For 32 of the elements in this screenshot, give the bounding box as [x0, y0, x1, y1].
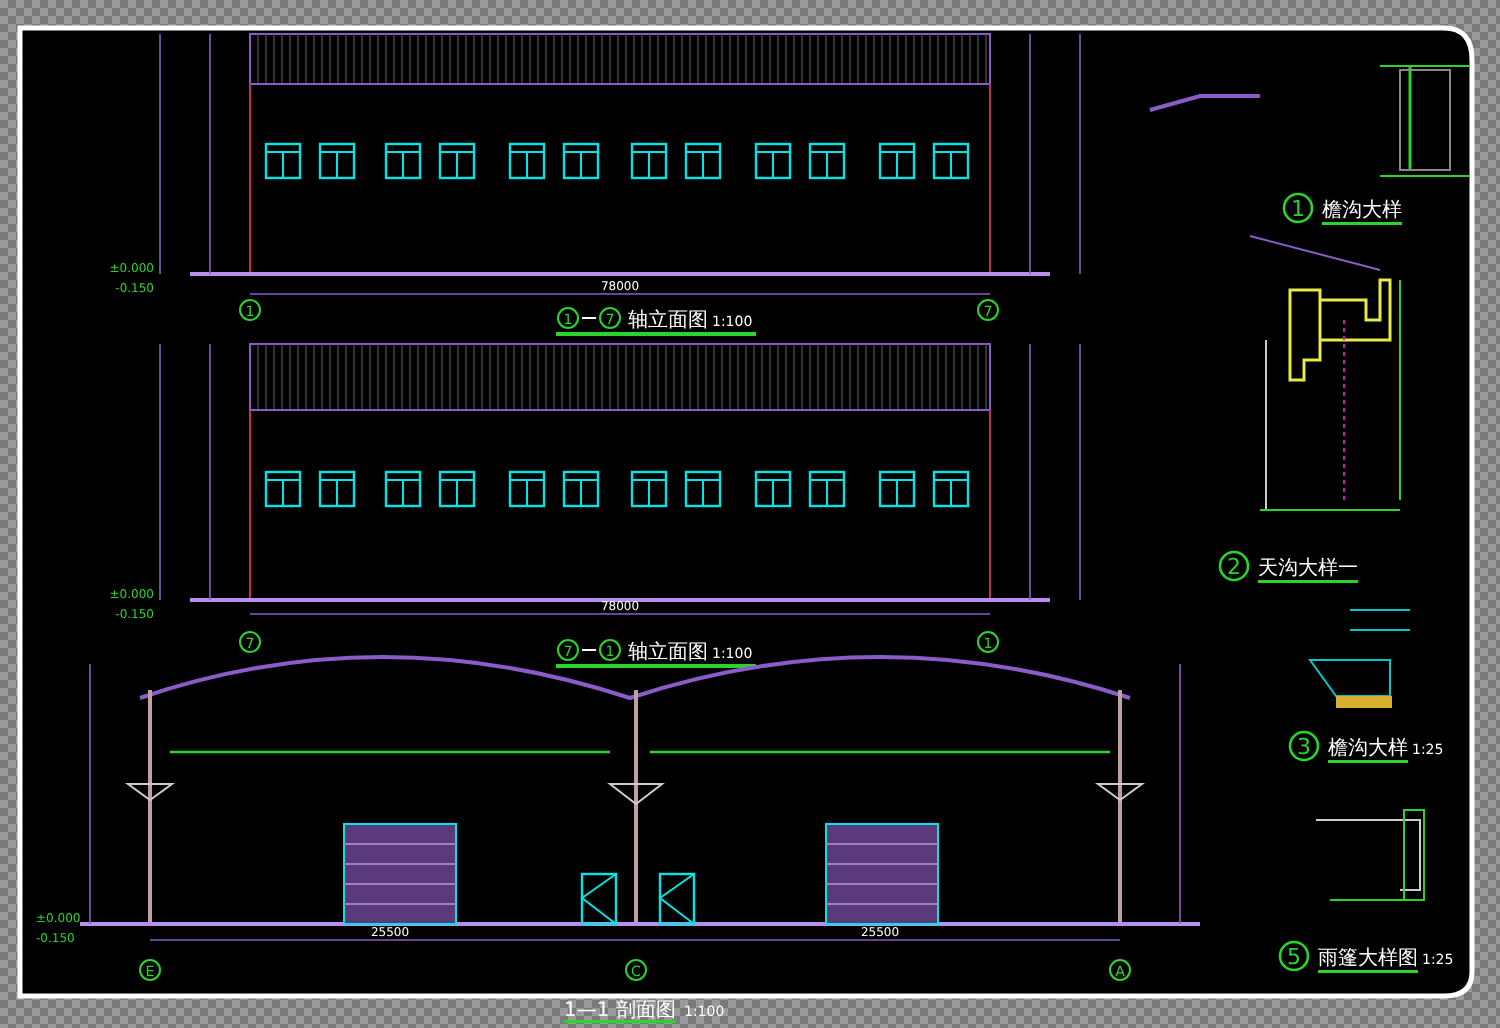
- window-icon: [932, 470, 970, 508]
- window-icon: [630, 470, 668, 508]
- window-icon: [932, 142, 970, 180]
- detail-title: 1 檐沟大样: [1282, 192, 1402, 225]
- valley-gutter-detail-drawing: [1308, 609, 1411, 708]
- window-icon: [562, 470, 600, 508]
- window-icon: [754, 470, 792, 508]
- window-icon: [808, 470, 846, 508]
- door-icon: [658, 872, 696, 926]
- door-icon: [580, 872, 618, 926]
- window-icon: [808, 142, 846, 180]
- rolling-door-icon: [825, 823, 939, 925]
- window-icon: [630, 142, 668, 180]
- window-icon: [384, 142, 422, 180]
- window-icon: [878, 470, 916, 508]
- window-icon: [562, 142, 600, 180]
- window-icon: [264, 142, 302, 180]
- window-icon: [438, 470, 476, 508]
- window-icon: [508, 470, 546, 508]
- window-icon: [508, 142, 546, 180]
- window-icon: [264, 470, 302, 508]
- window-icon: [684, 142, 722, 180]
- rolling-door-icon: [343, 823, 457, 925]
- window-icon: [318, 470, 356, 508]
- canopy-detail-drawing: [1315, 809, 1425, 901]
- window-icon: [878, 142, 916, 180]
- window-icon: [438, 142, 476, 180]
- window-icon: [318, 142, 356, 180]
- detail-title: 2 天沟大样一: [1218, 550, 1358, 583]
- window-icon: [384, 470, 422, 508]
- window-icon: [754, 142, 792, 180]
- window-icon: [684, 470, 722, 508]
